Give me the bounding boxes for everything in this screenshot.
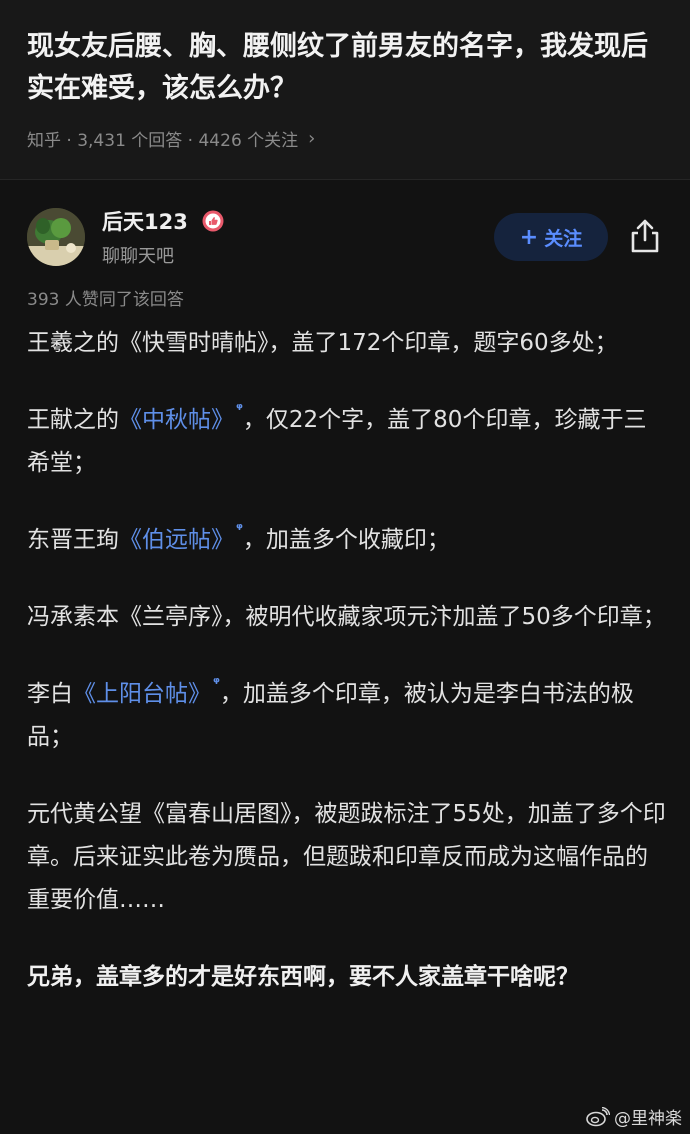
watermark: @里神楽 (586, 1104, 682, 1129)
question-stats: 知乎 · 3,431 个回答 · 4426 个关注 (27, 131, 299, 151)
like-badge-icon (202, 210, 224, 232)
paragraph-text: 东晋王珣 (27, 527, 119, 553)
vote-count: 393 人赞同了该回答 (27, 290, 184, 310)
author-name[interactable]: 后天123 (102, 206, 188, 236)
paragraph-text: 王献之的 (27, 407, 119, 433)
answer-closing: 兄弟，盖章多的才是好东西啊，要不人家盖章干啥呢？ (27, 964, 579, 990)
search-icon[interactable]: ᵠ (236, 399, 243, 419)
question-meta[interactable]: 知乎 · 3,431 个回答 · 4426 个关注 › (27, 126, 315, 151)
author-bio: 聊聊天吧 (102, 246, 174, 267)
watermark-text: @里神楽 (614, 1109, 682, 1129)
link-zhongqiutie[interactable]: 《中秋帖》 (119, 407, 234, 433)
question-title[interactable]: 现女友后腰、胸、腰侧纹了前男友的名字，我发现后实在难受，该怎么办？ (27, 26, 667, 110)
answer-paragraph: 东晋王珣《伯远帖》 ᵠ，加盖多个收藏印； (27, 519, 667, 562)
plus-icon: + (519, 224, 539, 250)
question-header[interactable]: 现女友后腰、胸、腰侧纹了前男友的名字，我发现后实在难受，该怎么办？ 知乎 · 3… (0, 0, 690, 180)
answer-paragraph: 元代黄公望《富春山居图》，被题跋标注了55处，加盖了多个印章。后来证实此卷为赝品… (27, 801, 666, 913)
answer-paragraph: 李白《上阳台帖》 ᵠ，加盖多个印章，被认为是李白书法的极品； (27, 673, 667, 759)
share-icon[interactable] (628, 218, 662, 254)
link-shangyangtaitie[interactable]: 《上阳台帖》 (73, 681, 211, 707)
zhihu-answer-page: 现女友后腰、胸、腰侧纹了前男友的名字，我发现后实在难受，该怎么办？ 知乎 · 3… (0, 0, 690, 1134)
search-icon[interactable]: ᵠ (236, 519, 243, 539)
link-boyuantie[interactable]: 《伯远帖》 (119, 527, 234, 553)
answer-paragraph: 王羲之的《快雪时晴帖》，盖了172个印章，题字60多处； (27, 330, 618, 356)
follow-button[interactable]: + 关注 (494, 213, 608, 261)
follow-label: 关注 (544, 227, 583, 250)
answer-body: 王羲之的《快雪时晴帖》，盖了172个印章，题字60多处； 王献之的《中秋帖》 ᵠ，… (27, 322, 667, 999)
paragraph-text: 李白 (27, 681, 73, 707)
weibo-icon (586, 1106, 611, 1127)
avatar[interactable] (27, 208, 85, 266)
paragraph-text: ，加盖多个收藏印； (242, 527, 450, 553)
answer-paragraph: 冯承素本《兰亭序》，被明代收藏家项元汴加盖了50多个印章； (27, 604, 666, 630)
author-row: 后天123 聊聊天吧 + 关注 (0, 200, 690, 280)
chevron-right-icon[interactable]: › (308, 128, 315, 149)
search-icon[interactable]: ᵠ (213, 673, 220, 693)
answer-paragraph: 王献之的《中秋帖》 ᵠ，仅22个字，盖了80个印章，珍藏于三希堂； (27, 399, 667, 485)
